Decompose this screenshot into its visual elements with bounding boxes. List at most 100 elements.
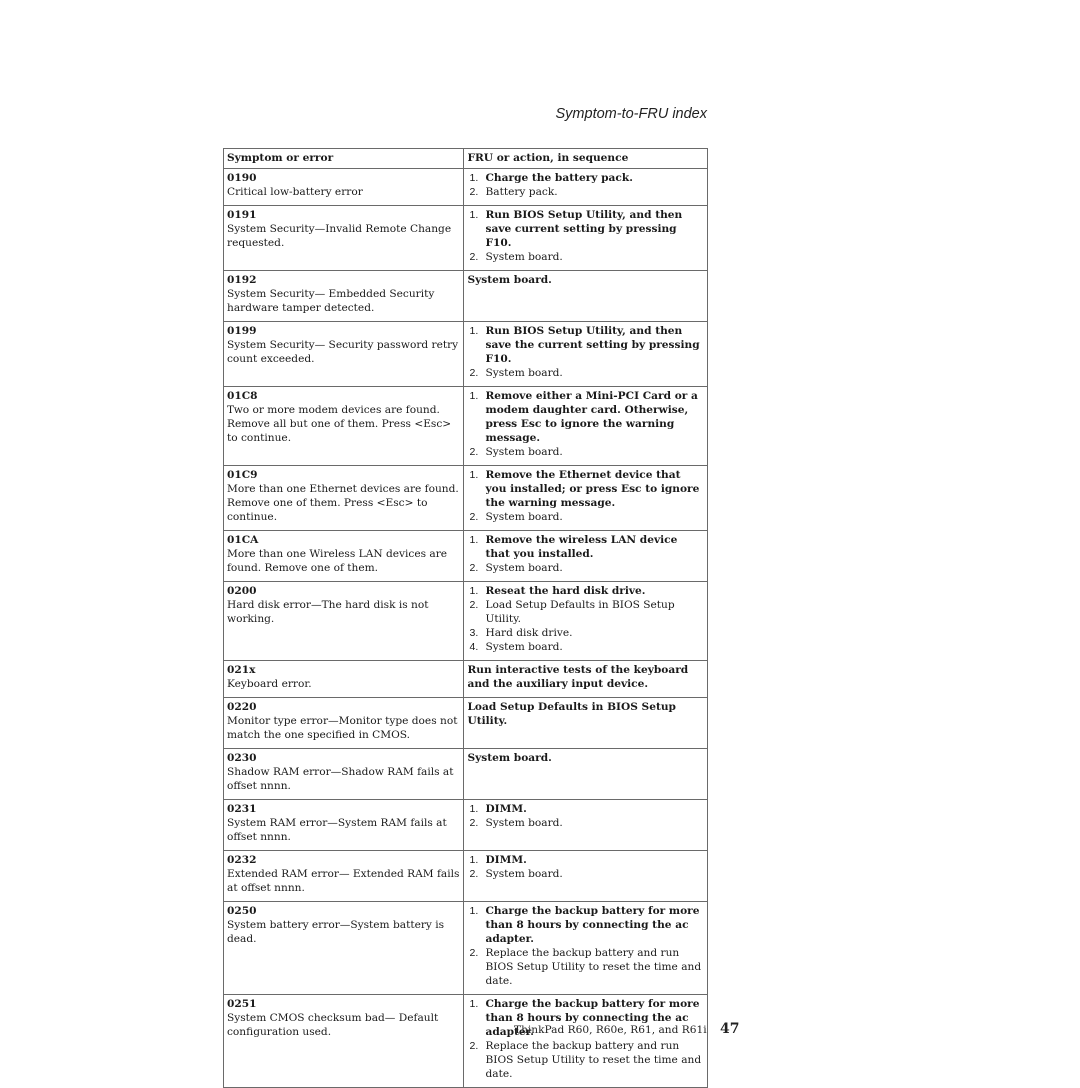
fru-action-cell: 1. Remove the Ethernet device that you in… xyxy=(463,465,708,531)
step-text: DIMM. xyxy=(485,803,527,815)
symptom-cell: 0190 Critical low-battery error xyxy=(222,168,465,206)
action-steps-list: 1. DIMM. 2. System board. xyxy=(467,853,704,881)
fru-action: System board. xyxy=(467,274,552,286)
action-step: 2. System board. xyxy=(467,867,704,881)
step-text: Run BIOS Setup Utility, and then save th… xyxy=(485,325,700,365)
action-step: 1. Run BIOS Setup Utility, and then save … xyxy=(467,208,704,250)
symptom-cell: 0232 Extended RAM error— Extended RAM fai… xyxy=(222,850,465,902)
error-code: 01C8 xyxy=(227,390,258,402)
action-steps-list: 1. Charge the battery pack. 2. Battery pack… xyxy=(467,171,704,199)
step-number: 2. xyxy=(469,186,479,198)
table-row: 0231 System RAM error—System RAM fails at… xyxy=(222,799,708,851)
table-row: 021x Keyboard error. Run interactive tests… xyxy=(222,660,708,698)
fru-action-cell: 1. Charge the backup battery for more tha… xyxy=(463,994,708,1088)
fru-action-cell: System board. xyxy=(463,748,708,800)
fru-action: System board. xyxy=(467,752,552,764)
error-code: 0250 xyxy=(227,905,257,917)
action-step: 1. DIMM. xyxy=(467,802,704,816)
symptom-description: System CMOS checksum bad— Default config… xyxy=(227,1012,439,1038)
step-number: 2. xyxy=(469,868,479,880)
symptom-description: System Security—Invalid Remote Change re… xyxy=(227,223,452,249)
action-step: 2. Replace the backup battery and run BIO… xyxy=(467,1039,704,1081)
fru-action-cell: 1. Remove the wireless LAN device that yo… xyxy=(463,530,708,582)
table-row: 0230 Shadow RAM error—Shadow RAM fails at… xyxy=(222,748,708,800)
table-row: 0220 Monitor type error—Monitor type does… xyxy=(222,697,708,749)
fru-action: Run interactive tests of the keyboard an… xyxy=(467,664,689,690)
step-text: System board. xyxy=(485,641,563,653)
step-text: System board. xyxy=(485,367,563,379)
table-row: 0190 Critical low-battery error 1. Charge t… xyxy=(222,168,708,206)
error-code: 0190 xyxy=(227,172,257,184)
step-number: 2. xyxy=(469,511,479,523)
table-body: 0190 Critical low-battery error 1. Charge t… xyxy=(222,168,708,1088)
symptom-cell: 0251 System CMOS checksum bad— Default co… xyxy=(222,994,465,1088)
step-text: System board. xyxy=(485,817,563,829)
symptom-description: More than one Ethernet devices are found… xyxy=(227,483,459,523)
step-number: 1. xyxy=(469,998,479,1010)
error-code: 0232 xyxy=(227,854,257,866)
action-step: 2. System board. xyxy=(467,250,704,264)
action-steps-list: 1. Charge the backup battery for more tha… xyxy=(467,904,704,988)
table-row: 0250 System battery error—System battery … xyxy=(222,901,708,995)
table-row: 0232 Extended RAM error— Extended RAM fai… xyxy=(222,850,708,902)
table-row: 0191 System Security—Invalid Remote Chang… xyxy=(222,205,708,271)
action-step: 2. System board. xyxy=(467,510,704,524)
step-number: 2. xyxy=(469,947,479,959)
action-step: 2. Load Setup Defaults in BIOS Setup Util… xyxy=(467,598,704,626)
step-number: 2. xyxy=(469,599,479,611)
step-number: 1. xyxy=(469,390,479,402)
symptom-description: Two or more modem devices are found. Rem… xyxy=(227,404,452,444)
symptom-cell: 0250 System battery error—System battery … xyxy=(222,901,465,995)
action-step: 1. Run BIOS Setup Utility, and then save … xyxy=(467,324,704,366)
table-row: 0192 System Security— Embedded Security h… xyxy=(222,270,708,322)
error-code: 0191 xyxy=(227,209,257,221)
table-header-row: Symptom or error FRU or action, in seque… xyxy=(222,148,708,169)
symptom-description: Critical low-battery error xyxy=(227,186,363,198)
fru-action-cell: Load Setup Defaults in BIOS Setup Utilit… xyxy=(463,697,708,749)
fru-action-cell: 1. Reseat the hard disk drive. 2. Load Setu… xyxy=(463,581,708,661)
step-number: 2. xyxy=(469,367,479,379)
step-text: System board. xyxy=(485,868,563,880)
table-row: 01CA More than one Wireless LAN devices a… xyxy=(222,530,708,582)
symptom-cell: 0192 System Security— Embedded Security h… xyxy=(222,270,465,322)
step-number: 1. xyxy=(469,209,479,221)
symptom-cell: 01CA More than one Wireless LAN devices a… xyxy=(222,530,465,582)
footer-product-name: ThinkPad R60, R60e, R61, and R61i xyxy=(514,1024,707,1036)
column-header-symptom: Symptom or error xyxy=(222,148,465,169)
column-header-fru-action: FRU or action, in sequence xyxy=(463,148,708,169)
symptom-cell: 0220 Monitor type error—Monitor type does… xyxy=(222,697,465,749)
page-number: 47 xyxy=(720,1021,740,1037)
action-step: 2. Battery pack. xyxy=(467,185,704,199)
symptom-cell: 0231 System RAM error—System RAM fails at… xyxy=(222,799,465,851)
step-text: Battery pack. xyxy=(485,186,558,198)
table-row: 0200 Hard disk error—The hard disk is not… xyxy=(222,581,708,661)
step-number: 2. xyxy=(469,251,479,263)
step-number: 1. xyxy=(469,469,479,481)
symptom-description: Extended RAM error— Extended RAM fails a… xyxy=(227,868,460,894)
step-text: System board. xyxy=(485,446,563,458)
action-step: 1. Charge the backup battery for more tha… xyxy=(467,904,704,946)
symptom-fru-table: Symptom or error FRU or action, in seque… xyxy=(222,148,708,1088)
step-text: Charge the battery pack. xyxy=(485,172,633,184)
step-text: Load Setup Defaults in BIOS Setup Utilit… xyxy=(485,599,675,625)
action-steps-list: 1. Run BIOS Setup Utility, and then save … xyxy=(467,208,704,264)
fru-action-cell: 1. Charge the battery pack. 2. Battery pack… xyxy=(463,168,708,206)
action-steps-list: 1. Run BIOS Setup Utility, and then save … xyxy=(467,324,704,380)
action-steps-list: 1. Reseat the hard disk drive. 2. Load Setu… xyxy=(467,584,704,654)
action-step: 2. System board. xyxy=(467,816,704,830)
step-text: Charge the backup battery for more than … xyxy=(485,905,700,945)
step-number: 1. xyxy=(469,803,479,815)
step-text: Replace the backup battery and run BIOS … xyxy=(485,947,702,987)
symptom-description: System Security— Embedded Security hardw… xyxy=(227,288,435,314)
symptom-description: Monitor type error—Monitor type does not… xyxy=(227,715,458,741)
fru-action-cell: 1. Run BIOS Setup Utility, and then save … xyxy=(463,321,708,387)
step-number: 1. xyxy=(469,325,479,337)
step-number: 1. xyxy=(469,172,479,184)
page-footer: ThinkPad R60, R60e, R61, and R61i 47 xyxy=(514,1021,739,1037)
action-step: 2. System board. xyxy=(467,366,704,380)
error-code: 0230 xyxy=(227,752,257,764)
step-text: Remove the wireless LAN device that you … xyxy=(485,534,678,560)
symptom-cell: 01C8 Two or more modem devices are found.… xyxy=(222,386,465,466)
symptom-description: Hard disk error—The hard disk is not wor… xyxy=(227,599,429,625)
action-step: 1. Charge the battery pack. xyxy=(467,171,704,185)
